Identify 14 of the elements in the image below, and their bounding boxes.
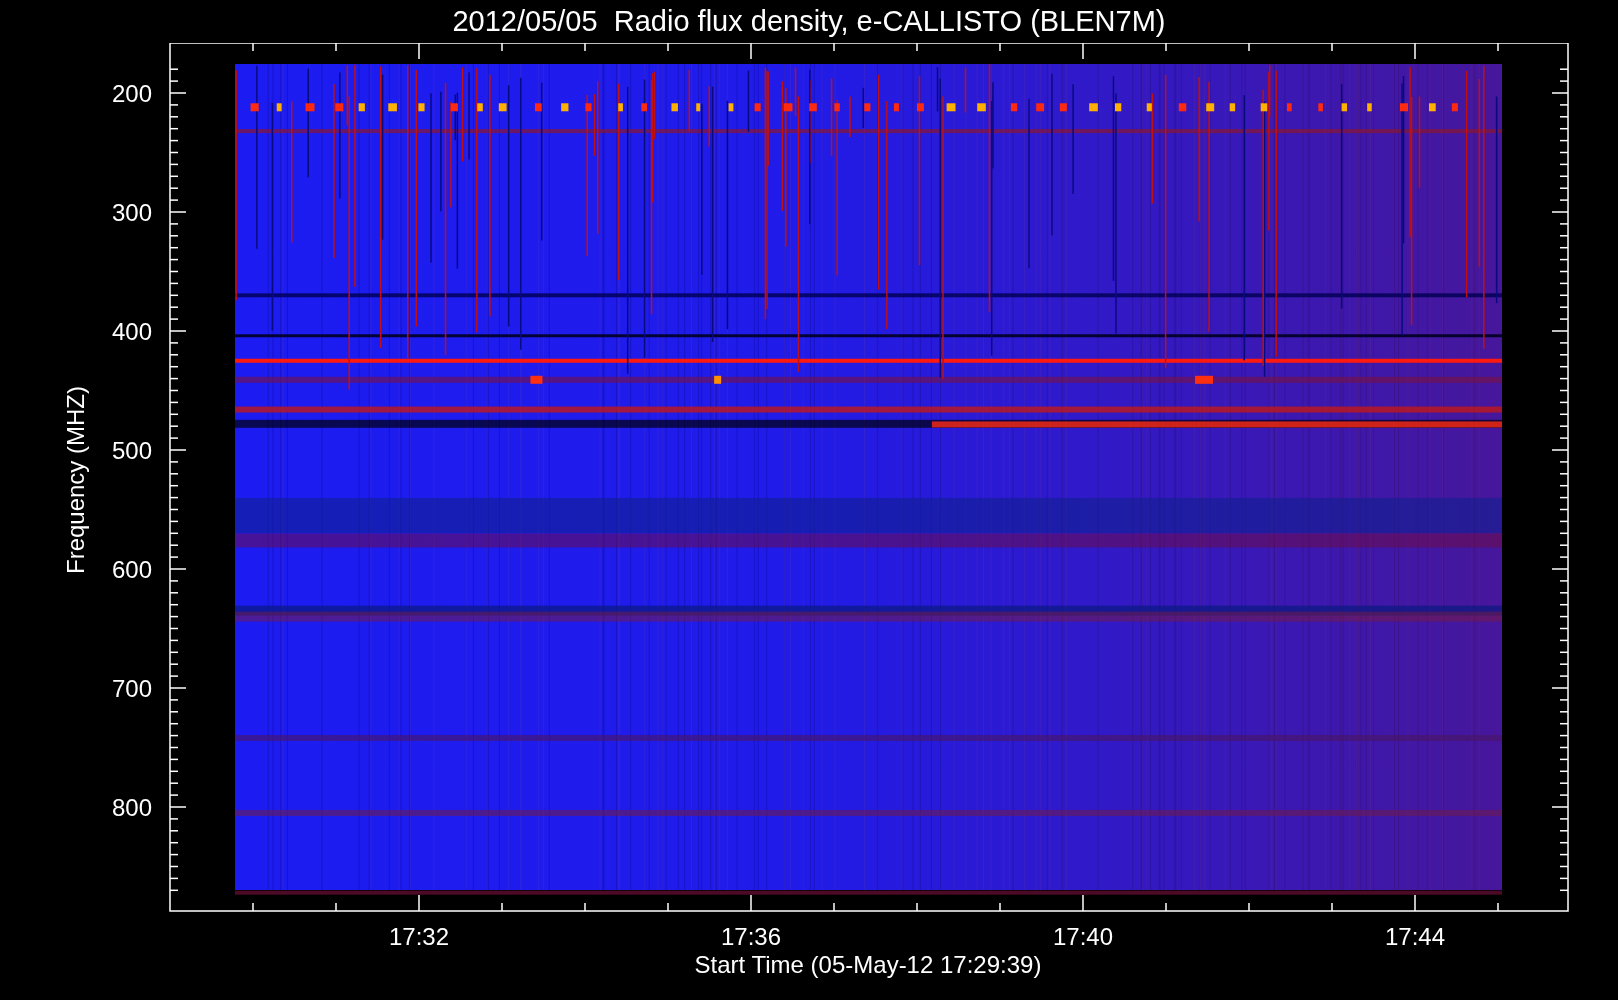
axis-tick-label: 600 bbox=[111, 556, 152, 583]
axis-tick-label: 700 bbox=[111, 675, 152, 702]
axis-title: Start Time (05-May-12 17:29:39) bbox=[694, 951, 1042, 978]
axis-tick-label: 200 bbox=[111, 80, 152, 107]
axis-tick-label: 400 bbox=[111, 318, 152, 345]
axis-tick-label: 17:36 bbox=[720, 923, 782, 950]
axis-title: Frequency (MHZ) bbox=[62, 386, 89, 574]
axis-tick-label: 17:40 bbox=[1052, 923, 1114, 950]
axis-tick-label: 17:44 bbox=[1384, 923, 1446, 950]
axis-tick-label: 500 bbox=[111, 437, 152, 464]
axis-tick-label: 17:32 bbox=[388, 923, 450, 950]
axis-tick-label: 800 bbox=[111, 794, 152, 821]
axis-tick-label: 300 bbox=[111, 199, 152, 226]
chart-title: 2012/05/05 Radio flux density, e-CALLISTO (BLEN7M) bbox=[452, 7, 1166, 36]
